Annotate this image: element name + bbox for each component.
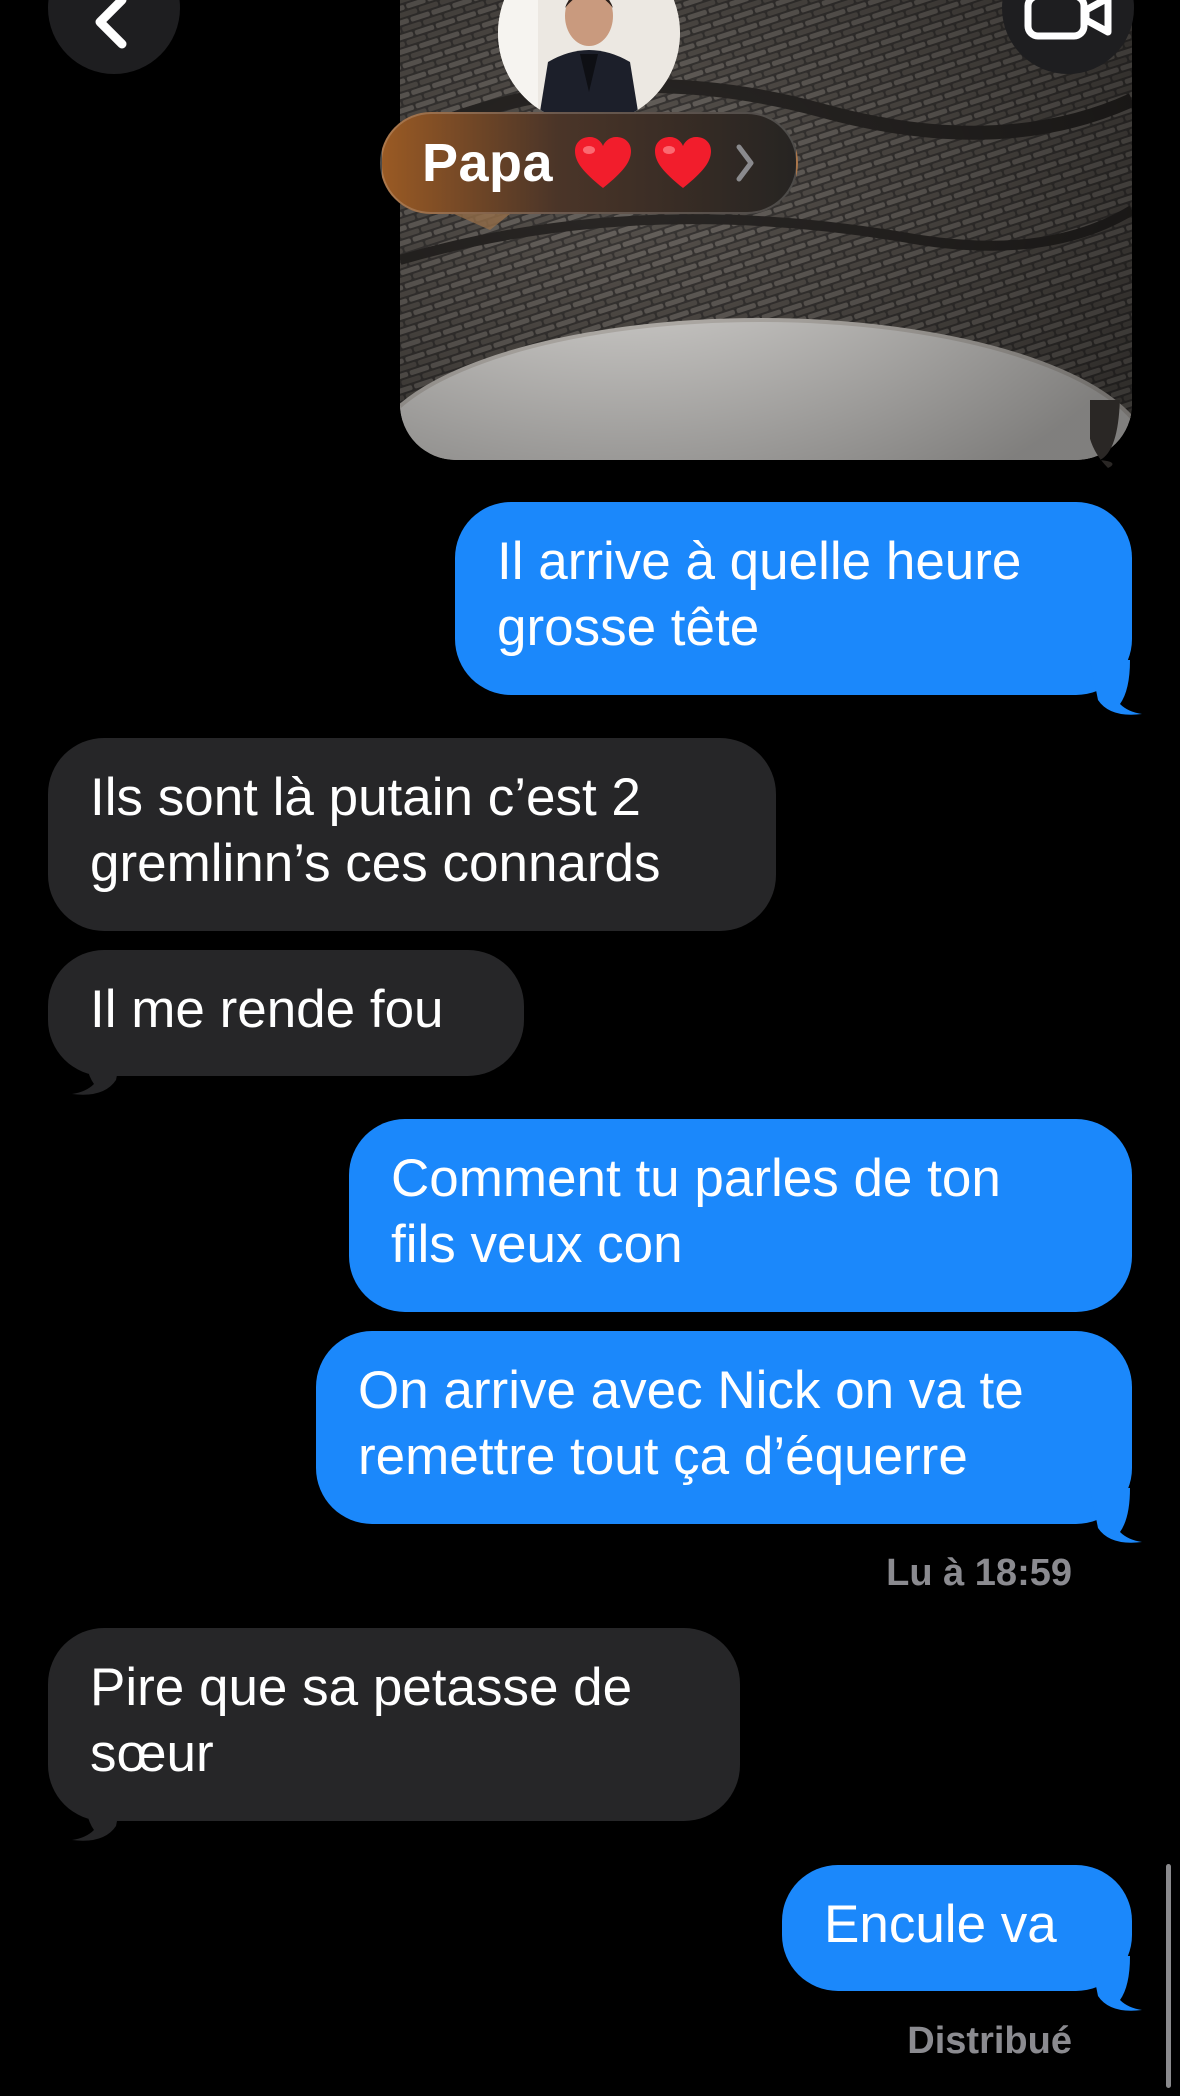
message-text: Comment tu parles de ton fils veux con bbox=[391, 1149, 1001, 1274]
message-text: Encule va bbox=[824, 1895, 1057, 1954]
message-text: Il arrive à quelle heure grosse tête bbox=[497, 532, 1022, 657]
contact-name: Papa bbox=[422, 133, 554, 193]
red-heart-icon bbox=[575, 137, 632, 188]
message-text: On arrive avec Nick on va te remettre to… bbox=[358, 1361, 1024, 1486]
back-button[interactable] bbox=[48, 0, 180, 74]
video-camera-icon bbox=[1024, 0, 1112, 40]
message-text: Pire que sa petasse de sœur bbox=[90, 1658, 633, 1783]
bubble-tail bbox=[72, 1040, 124, 1095]
message-text: Il me rende fou bbox=[90, 980, 444, 1039]
message-bubble-sent[interactable]: Il arrive à quelle heure grosse tête bbox=[455, 502, 1132, 695]
message-bubble-sent[interactable]: Encule va bbox=[782, 1865, 1132, 1991]
photo-bubble-tail bbox=[1090, 400, 1120, 468]
chevron-right-icon bbox=[736, 144, 754, 182]
contact-name-pill[interactable]: Papa bbox=[380, 112, 798, 214]
message-text: Ils sont là putain c’est 2 gremlinn’s ce… bbox=[90, 768, 661, 893]
message-bubble-received[interactable]: Pire que sa petasse de sœur bbox=[48, 1628, 740, 1821]
message-bubble-sent[interactable]: Comment tu parles de ton fils veux con bbox=[349, 1119, 1132, 1312]
delivery-status: Distribué bbox=[907, 2020, 1072, 2062]
message-bubble-received[interactable]: Ils sont là putain c’est 2 gremlinn’s ce… bbox=[48, 738, 776, 931]
read-receipt: Lu à 18:59 bbox=[886, 1552, 1072, 1594]
red-heart-icon bbox=[655, 137, 712, 188]
chevron-left-icon bbox=[95, 0, 127, 49]
bubble-tail bbox=[72, 1786, 124, 1841]
bubble-tail bbox=[1090, 1488, 1142, 1543]
message-bubble-sent[interactable]: On arrive avec Nick on va te remettre to… bbox=[316, 1331, 1132, 1524]
bubble-tail bbox=[1090, 1956, 1142, 2011]
scroll-indicator[interactable] bbox=[1166, 1864, 1171, 2088]
bubble-tail bbox=[1090, 660, 1142, 715]
